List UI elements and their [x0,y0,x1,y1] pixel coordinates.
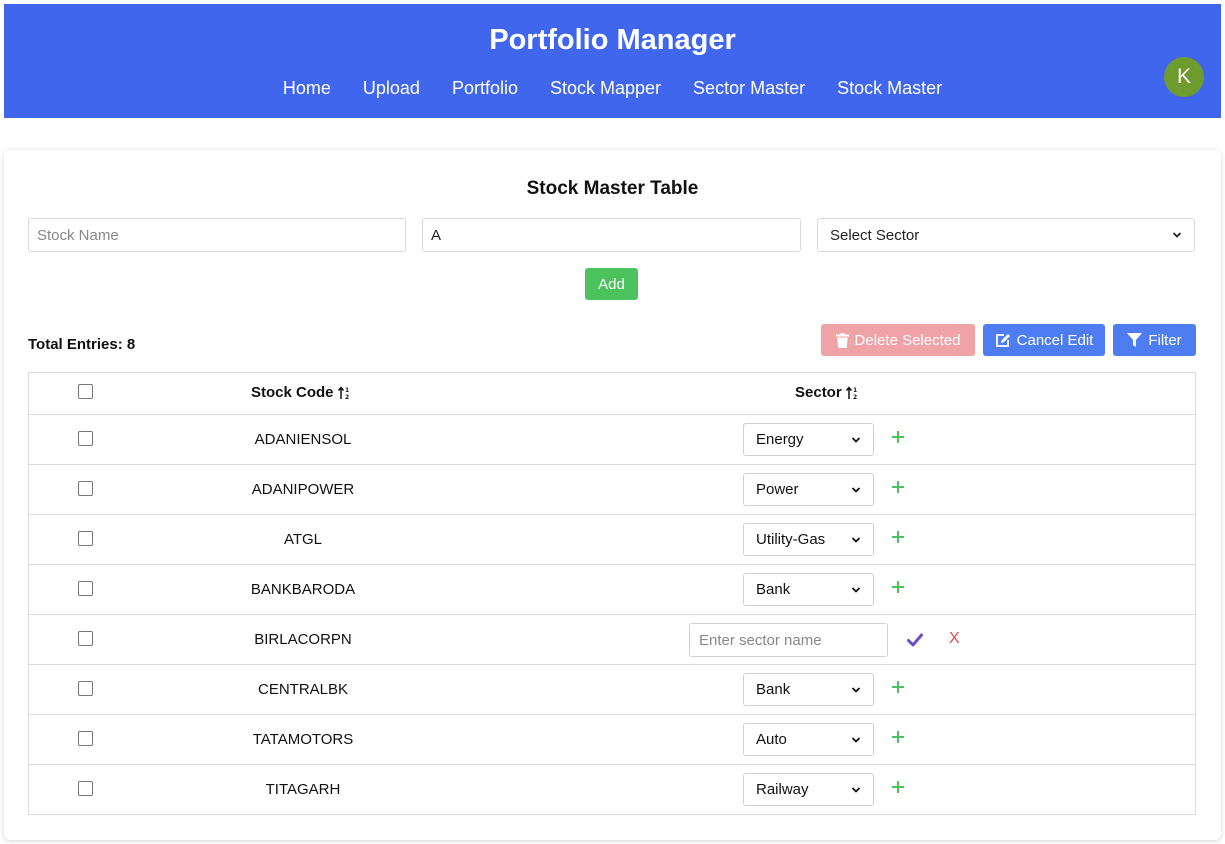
nav-upload[interactable]: Upload [347,78,436,99]
add-sector-icon[interactable] [891,480,905,494]
add-sector-icon[interactable] [891,680,905,694]
trash-icon [835,332,849,348]
table-row: CENTRALBK Bank [29,664,1195,714]
new-sector-input[interactable] [689,623,888,657]
main-nav: Home Upload Portfolio Stock Mapper Secto… [4,78,1221,99]
app-header: Portfolio Manager Home Upload Portfolio … [4,4,1221,118]
svg-text:1: 1 [345,387,349,394]
edit-icon [995,333,1010,347]
row-checkbox[interactable] [78,481,93,496]
filter-button[interactable]: Filter [1113,324,1196,356]
row-sector-value: Bank [756,581,791,598]
row-sector-value: Energy [756,431,804,448]
add-button[interactable]: Add [585,268,638,300]
add-sector-icon[interactable] [891,430,905,444]
row-checkbox[interactable] [78,681,93,696]
chevron-down-icon [851,736,861,743]
table-row: TITAGARH Railway [29,764,1195,814]
total-entries: Total Entries: 8 [28,336,136,353]
table-header-row: Stock Code 12 Sector 12 [29,373,1195,414]
nav-stock-master[interactable]: Stock Master [821,78,958,99]
nav-home[interactable]: Home [267,78,347,99]
row-sector-value: Railway [756,781,809,798]
chevron-down-icon [851,586,861,593]
chevron-down-icon [851,686,861,693]
stock-code-cell: ADANIENSOL [254,431,352,448]
table-row: ADANIENSOL Energy [29,414,1195,464]
filter-icon [1127,333,1143,347]
check-icon[interactable] [907,633,923,647]
stock-table: Stock Code 12 Sector 12 ADANIENSOL Energ… [28,372,1196,815]
svg-text:2: 2 [345,394,349,400]
stock-code-cell: TITAGARH [265,781,341,798]
chevron-down-icon [1172,232,1182,238]
row-sector-select[interactable]: Bank [743,573,874,606]
add-sector-icon[interactable] [891,730,905,744]
row-checkbox[interactable] [78,581,93,596]
row-sector-value: Utility-Gas [756,531,826,548]
table-row: ATGL Utility-Gas [29,514,1195,564]
cancel-edit-button[interactable]: Cancel Edit [983,324,1105,356]
row-sector-select[interactable]: Bank [743,673,874,706]
stock-code-cell: CENTRALBK [257,681,349,698]
row-sector-value: Auto [756,731,787,748]
sort-icon: 12 [337,385,349,400]
stock-code-cell: ADANIPOWER [251,481,355,498]
stock-master-card: Stock Master Table Select Sector Add Tot… [4,150,1221,840]
row-sector-select[interactable]: Utility-Gas [743,523,874,556]
add-sector-icon[interactable] [891,580,905,594]
row-sector-select[interactable]: Power [743,473,874,506]
row-checkbox[interactable] [78,781,93,796]
add-sector-icon[interactable] [891,780,905,794]
stock-code-header-label: Stock Code [251,384,334,401]
nav-stock-mapper[interactable]: Stock Mapper [534,78,677,99]
row-checkbox[interactable] [78,531,93,546]
table-row: TATAMOTORS Auto [29,714,1195,764]
filter-label: Filter [1148,331,1182,349]
row-sector-select[interactable]: Energy [743,423,874,456]
svg-text:1: 1 [853,387,857,394]
add-sector-icon[interactable] [891,530,905,544]
row-checkbox[interactable] [78,631,93,646]
chevron-down-icon [851,786,861,793]
sector-select[interactable]: Select Sector [817,218,1195,252]
stock-name-input[interactable] [28,218,406,252]
delete-selected-button[interactable]: Delete Selected [821,324,975,356]
table-row: BIRLACORPN X [29,614,1195,664]
stock-code-cell: ATGL [283,531,323,548]
table-row: BANKBARODA Bank [29,564,1195,614]
row-sector-value: Bank [756,681,791,698]
table-row: ADANIPOWER Power [29,464,1195,514]
row-sector-select[interactable]: Railway [743,773,874,806]
sort-icon: 12 [845,385,857,400]
sector-header-label: Sector [795,384,842,401]
column-header-stock-code[interactable]: Stock Code 12 [251,384,352,401]
select-all-checkbox[interactable] [78,384,93,399]
sector-select-value: Select Sector [830,226,920,244]
app-title: Portfolio Manager [489,24,736,56]
row-sector-select[interactable]: Auto [743,723,874,756]
stock-code-input[interactable] [422,218,801,252]
cancel-edit-label: Cancel Edit [1016,331,1094,349]
delete-selected-label: Delete Selected [854,331,961,349]
column-header-sector[interactable]: Sector 12 [795,384,860,401]
stock-code-cell: BANKBARODA [250,581,356,598]
avatar[interactable]: K [1164,57,1204,97]
chevron-down-icon [851,536,861,543]
row-checkbox[interactable] [78,731,93,746]
svg-text:2: 2 [853,394,857,400]
cancel-x-icon[interactable]: X [949,630,960,648]
row-sector-value: Power [756,481,799,498]
chevron-down-icon [851,436,861,443]
row-checkbox[interactable] [78,431,93,446]
nav-sector-master[interactable]: Sector Master [677,78,821,99]
stock-code-cell: BIRLACORPN [254,631,352,648]
stock-code-cell: TATAMOTORS [252,731,354,748]
page-title: Stock Master Table [526,178,699,199]
chevron-down-icon [851,486,861,493]
nav-portfolio[interactable]: Portfolio [436,78,534,99]
